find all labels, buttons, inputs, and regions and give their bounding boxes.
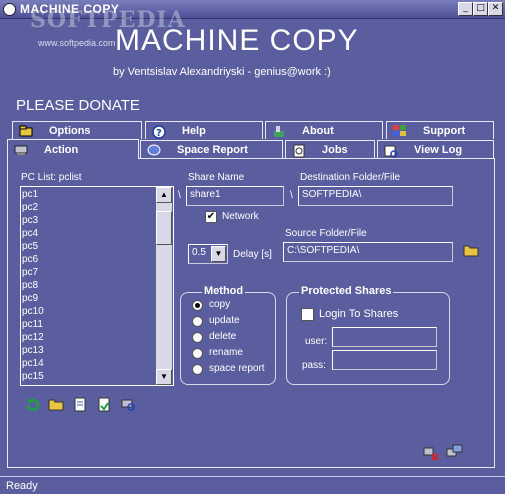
method-radio-update[interactable] (192, 316, 203, 327)
maximize-button[interactable]: □ (473, 2, 488, 16)
login-to-shares-checkbox[interactable] (301, 308, 314, 321)
tab-space-report[interactable]: Space Report (140, 140, 283, 158)
pc-list[interactable]: pc1 pc2 pc3 pc4 pc5 pc6 pc7 pc8 pc9 pc10 pc11 pc12 p… (20, 186, 174, 386)
tab-divider (139, 158, 495, 159)
open-folder-icon[interactable] (48, 397, 64, 413)
tab-label: Help (182, 124, 206, 137)
browse-folder-icon[interactable] (463, 243, 479, 259)
pc-list-label: PC List: pclist (21, 172, 82, 183)
view-log-icon (384, 144, 398, 158)
list-item[interactable]: pc7 (21, 266, 173, 279)
list-item[interactable]: pc14 (21, 357, 173, 370)
search-pc-icon[interactable] (120, 397, 136, 413)
app-banner-title: MACHINE COPY (115, 24, 359, 57)
list-item[interactable]: pc12 (21, 331, 173, 344)
new-file-icon[interactable] (72, 397, 88, 413)
tab-label: About (302, 124, 334, 137)
login-to-shares-label: Login To Shares (319, 308, 399, 320)
status-text: Ready (6, 480, 38, 492)
tab-label: Action (44, 143, 79, 156)
pc-list-scrollbar[interactable]: ▲ ▼ (156, 187, 172, 385)
list-item[interactable]: pc13 (21, 344, 173, 357)
delay-dropdown-arrow[interactable]: ▼ (211, 246, 226, 262)
method-radio-copy[interactable] (192, 300, 203, 311)
save-file-icon[interactable] (96, 397, 112, 413)
jobs-icon (292, 144, 306, 157)
method-option-label: update (209, 315, 240, 326)
share-separator: \ (178, 190, 181, 201)
tab-label: View Log (414, 143, 463, 156)
destination-separator: \ (290, 190, 293, 201)
tab-help[interactable]: ? Help (145, 121, 263, 139)
tab-label: Options (49, 124, 91, 137)
refresh-icon[interactable] (25, 397, 41, 413)
network-checkbox[interactable]: ✔ (205, 211, 217, 223)
method-option-label: rename (209, 347, 243, 358)
tab-options[interactable]: Options (12, 121, 142, 139)
donate-link[interactable]: PLEASE DONATE (16, 97, 140, 114)
method-option-label: space report (209, 363, 265, 374)
share-name-input[interactable]: share1 (186, 186, 284, 206)
network-label: Network (222, 211, 259, 222)
app-icon[interactable] (3, 3, 16, 16)
tab-support[interactable]: Support (386, 121, 494, 139)
protected-shares-title: Protected Shares (299, 285, 394, 297)
destination-input[interactable]: SOFTPEDIA\ (298, 186, 453, 206)
list-item[interactable]: pc2 (21, 201, 173, 214)
method-option-label: copy (209, 299, 231, 310)
scroll-up-button[interactable]: ▲ (156, 187, 172, 203)
source-input[interactable]: C:\SOFTPEDIA\ (283, 242, 453, 262)
method-radio-delete[interactable] (192, 332, 203, 343)
tab-label: Support (423, 124, 466, 137)
pass-label: pass: (302, 360, 326, 371)
method-title: Method (202, 285, 246, 297)
support-icon (393, 124, 407, 137)
action-icon (14, 144, 28, 156)
tab-action[interactable]: Action (7, 139, 139, 159)
list-item[interactable]: pc5 (21, 240, 173, 253)
tab-jobs[interactable]: Jobs (285, 140, 375, 158)
tab-label: Jobs (322, 143, 348, 156)
list-item[interactable]: pc10 (21, 305, 173, 318)
method-radio-rename[interactable] (192, 348, 203, 359)
options-icon (19, 125, 33, 137)
minimize-button[interactable]: _ (458, 2, 473, 16)
tab-label: Space Report (177, 143, 248, 156)
list-item[interactable]: pc9 (21, 292, 173, 305)
scroll-thumb[interactable] (156, 211, 172, 245)
list-item[interactable]: pc6 (21, 253, 173, 266)
user-label: user: (305, 336, 328, 347)
delay-value: 0.5 (192, 247, 206, 258)
destination-label: Destination Folder/File (300, 172, 401, 183)
source-label: Source Folder/File (285, 228, 367, 239)
list-item[interactable]: pc1 (21, 188, 173, 201)
disconnect-network-icon[interactable] (423, 446, 439, 462)
status-bar: Ready (0, 476, 505, 494)
close-button[interactable]: ✕ (488, 2, 503, 16)
list-item[interactable]: pc8 (21, 279, 173, 292)
list-item[interactable]: pc4 (21, 227, 173, 240)
svg-text:?: ? (156, 128, 162, 139)
about-icon (272, 125, 286, 137)
radio-dot (195, 303, 200, 308)
tab-about[interactable]: About (265, 121, 383, 139)
tab-view-log[interactable]: View Log (377, 140, 494, 158)
connect-network-icon[interactable] (446, 444, 463, 460)
user-input[interactable] (332, 327, 437, 347)
list-item[interactable]: pc15 (21, 370, 173, 383)
author-byline: by Ventsislav Alexandriyski - genius@wor… (113, 66, 331, 78)
list-item[interactable]: pc11 (21, 318, 173, 331)
share-name-label: Share Name (188, 172, 245, 183)
list-item[interactable]: pc3 (21, 214, 173, 227)
help-icon: ? (152, 124, 166, 139)
scroll-down-button[interactable]: ▼ (156, 369, 172, 385)
method-option-label: delete (209, 331, 237, 342)
method-radio-space-report[interactable] (192, 364, 203, 375)
watermark-url: www.softpedia.com (38, 38, 116, 48)
delay-label: Delay [s] (233, 249, 272, 260)
space-report-icon (147, 144, 161, 156)
pass-input[interactable] (332, 350, 437, 370)
